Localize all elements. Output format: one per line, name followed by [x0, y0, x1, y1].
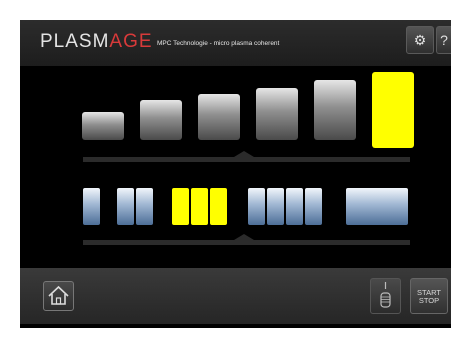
- mode-segment: [83, 188, 100, 225]
- gear-icon: ⚙: [413, 32, 427, 48]
- level-bar-3[interactable]: [198, 94, 240, 140]
- level-bar-2[interactable]: [140, 100, 182, 140]
- mode-segment: [248, 188, 265, 225]
- mode-segment: [346, 188, 408, 225]
- tagline: MPC Technologie - micro plasma coherent: [157, 40, 280, 47]
- mode-segment: [117, 188, 134, 225]
- home-icon: [48, 285, 69, 305]
- level-bar-4[interactable]: [256, 88, 298, 140]
- brand-main-text: PLASM: [40, 31, 110, 52]
- help-label: ?: [440, 32, 448, 48]
- brand-accent-text: AGE: [109, 31, 153, 52]
- mode-segment: [210, 188, 227, 225]
- mode-segment: [172, 188, 189, 225]
- help-button[interactable]: ?: [436, 26, 451, 54]
- mode-divider: [83, 240, 410, 245]
- brand-logo: PLASMAGE: [40, 30, 153, 54]
- mode-segment: [305, 188, 322, 225]
- home-button[interactable]: [43, 281, 74, 311]
- mode-divider-notch: [234, 234, 254, 240]
- level-bar-6[interactable]: [372, 72, 414, 148]
- stop-label: STOP: [418, 296, 440, 305]
- mouse-icon: [380, 282, 391, 308]
- mode-segment: [267, 188, 284, 225]
- mode-segment: [191, 188, 208, 225]
- level-bar-5[interactable]: [314, 80, 356, 140]
- bottom-bar: START STOP: [20, 268, 451, 324]
- mode-segment: [286, 188, 303, 225]
- settings-button[interactable]: ⚙: [406, 26, 434, 54]
- mode-segment: [136, 188, 153, 225]
- level-divider: [83, 157, 410, 162]
- device-screen: PLASMAGE MPC Technologie - micro plasma …: [20, 20, 451, 328]
- start-stop-button[interactable]: START STOP: [410, 278, 448, 314]
- handpiece-button[interactable]: [370, 278, 401, 314]
- level-divider-notch: [234, 151, 254, 157]
- level-bar-1[interactable]: [82, 112, 124, 140]
- top-bar: PLASMAGE MPC Technologie - micro plasma …: [20, 20, 451, 66]
